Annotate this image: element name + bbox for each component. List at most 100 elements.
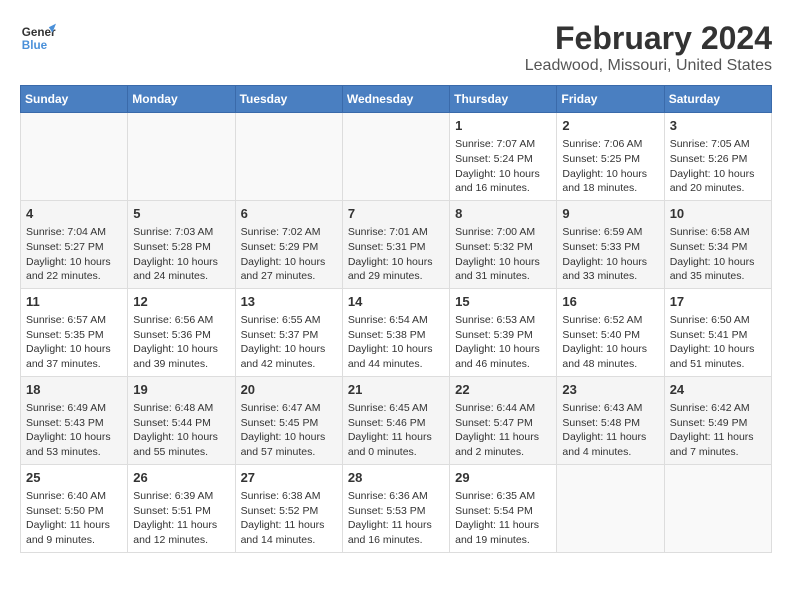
day-info: Sunrise: 7:06 AM <box>562 137 658 152</box>
calendar-cell: 8Sunrise: 7:00 AMSunset: 5:32 PMDaylight… <box>450 200 557 288</box>
day-info: Daylight: 11 hours <box>455 518 551 533</box>
day-info: Sunrise: 6:39 AM <box>133 489 229 504</box>
day-info: Sunrise: 6:59 AM <box>562 225 658 240</box>
title-area: February 2024 Leadwood, Missouri, United… <box>525 20 772 75</box>
day-number: 29 <box>455 469 551 487</box>
day-info: Sunset: 5:32 PM <box>455 240 551 255</box>
day-info: and 14 minutes. <box>241 533 337 548</box>
day-info: and 19 minutes. <box>455 533 551 548</box>
day-number: 18 <box>26 381 122 399</box>
day-number: 23 <box>562 381 658 399</box>
day-info: Sunset: 5:28 PM <box>133 240 229 255</box>
calendar-cell: 7Sunrise: 7:01 AMSunset: 5:31 PMDaylight… <box>342 200 449 288</box>
weekday-header-friday: Friday <box>557 86 664 113</box>
day-info: and 9 minutes. <box>26 533 122 548</box>
day-info: and 48 minutes. <box>562 357 658 372</box>
day-info: Sunset: 5:46 PM <box>348 416 444 431</box>
weekday-header-sunday: Sunday <box>21 86 128 113</box>
calendar-cell: 5Sunrise: 7:03 AMSunset: 5:28 PMDaylight… <box>128 200 235 288</box>
calendar-subtitle: Leadwood, Missouri, United States <box>525 57 772 75</box>
day-info: Sunrise: 7:07 AM <box>455 137 551 152</box>
weekday-header-wednesday: Wednesday <box>342 86 449 113</box>
day-info: Sunrise: 7:00 AM <box>455 225 551 240</box>
day-info: Sunrise: 6:45 AM <box>348 401 444 416</box>
day-info: Sunset: 5:36 PM <box>133 328 229 343</box>
day-info: Sunrise: 6:49 AM <box>26 401 122 416</box>
calendar-table: SundayMondayTuesdayWednesdayThursdayFrid… <box>20 85 772 553</box>
day-info: and 4 minutes. <box>562 445 658 460</box>
day-info: and 7 minutes. <box>670 445 766 460</box>
calendar-cell <box>557 464 664 552</box>
calendar-cell: 17Sunrise: 6:50 AMSunset: 5:41 PMDayligh… <box>664 288 771 376</box>
calendar-cell: 11Sunrise: 6:57 AMSunset: 5:35 PMDayligh… <box>21 288 128 376</box>
day-info: Daylight: 10 hours <box>348 342 444 357</box>
day-number: 17 <box>670 293 766 311</box>
day-info: Sunrise: 7:01 AM <box>348 225 444 240</box>
calendar-cell: 28 Sunrise: 6:36 AMSunset: 5:53 PMDayligh… <box>342 464 449 552</box>
day-info: and 16 minutes. <box>455 181 551 196</box>
weekday-header-thursday: Thursday <box>450 86 557 113</box>
day-info: Sunrise: 7:04 AM <box>26 225 122 240</box>
week-row-1: 1Sunrise: 7:07 AMSunset: 5:24 PMDaylight… <box>21 113 772 201</box>
day-info: Daylight: 11 hours <box>562 430 658 445</box>
day-info: and 24 minutes. <box>133 269 229 284</box>
day-info: Sunset: 5:54 PM <box>455 504 551 519</box>
calendar-cell: 3Sunrise: 7:05 AMSunset: 5:26 PMDaylight… <box>664 113 771 201</box>
day-info: Sunrise: 6:58 AM <box>670 225 766 240</box>
day-info: Daylight: 10 hours <box>562 342 658 357</box>
day-number: 10 <box>670 205 766 223</box>
day-info: Daylight: 10 hours <box>133 430 229 445</box>
day-info: Sunrise: 6:38 AM <box>241 489 337 504</box>
day-number: 25 <box>26 469 122 487</box>
day-info: Sunrise: 6:55 AM <box>241 313 337 328</box>
day-number: 27 <box>241 469 337 487</box>
day-number: 12 <box>133 293 229 311</box>
day-info: and 55 minutes. <box>133 445 229 460</box>
day-info: Sunset: 5:44 PM <box>133 416 229 431</box>
day-info: and 57 minutes. <box>241 445 337 460</box>
day-info: Daylight: 11 hours <box>26 518 122 533</box>
calendar-cell: 21Sunrise: 6:45 AMSunset: 5:46 PMDayligh… <box>342 376 449 464</box>
calendar-cell: 6Sunrise: 7:02 AMSunset: 5:29 PMDaylight… <box>235 200 342 288</box>
day-info: and 2 minutes. <box>455 445 551 460</box>
calendar-cell: 2Sunrise: 7:06 AMSunset: 5:25 PMDaylight… <box>557 113 664 201</box>
day-info: Daylight: 11 hours <box>455 430 551 445</box>
day-info: Sunrise: 6:36 AM <box>348 489 444 504</box>
day-info: Sunset: 5:33 PM <box>562 240 658 255</box>
calendar-cell: 13Sunrise: 6:55 AMSunset: 5:37 PMDayligh… <box>235 288 342 376</box>
day-number: 1 <box>455 117 551 135</box>
day-info: Sunrise: 6:57 AM <box>26 313 122 328</box>
day-info: Sunset: 5:47 PM <box>455 416 551 431</box>
day-info: Daylight: 11 hours <box>348 518 444 533</box>
day-info: Sunrise: 6:44 AM <box>455 401 551 416</box>
day-info: and 20 minutes. <box>670 181 766 196</box>
day-number: 11 <box>26 293 122 311</box>
day-info: Sunrise: 6:54 AM <box>348 313 444 328</box>
day-info: Sunrise: 6:50 AM <box>670 313 766 328</box>
day-number: 19 <box>133 381 229 399</box>
calendar-title: February 2024 <box>525 20 772 57</box>
day-info: Sunset: 5:25 PM <box>562 152 658 167</box>
calendar-cell: 23Sunrise: 6:43 AMSunset: 5:48 PMDayligh… <box>557 376 664 464</box>
day-info: Sunset: 5:35 PM <box>26 328 122 343</box>
week-row-4: 18Sunrise: 6:49 AMSunset: 5:43 PMDayligh… <box>21 376 772 464</box>
day-number: 28 <box>348 469 444 487</box>
logo: General Blue <box>20 20 56 56</box>
day-info: and 18 minutes. <box>562 181 658 196</box>
day-info: Daylight: 11 hours <box>241 518 337 533</box>
day-number: 2 <box>562 117 658 135</box>
day-info: Sunset: 5:24 PM <box>455 152 551 167</box>
day-info: and 53 minutes. <box>26 445 122 460</box>
day-info: Sunset: 5:31 PM <box>348 240 444 255</box>
day-info: Sunset: 5:49 PM <box>670 416 766 431</box>
calendar-cell: 29Sunrise: 6:35 AMSunset: 5:54 PMDayligh… <box>450 464 557 552</box>
week-row-3: 11 Sunrise: 6:57 AMSunset: 5:35 PM Dayligh… <box>21 288 772 376</box>
day-info: Sunset: 5:53 PM <box>348 504 444 519</box>
day-info: Sunset: 5:52 PM <box>241 504 337 519</box>
day-number: 3 <box>670 117 766 135</box>
weekday-header-tuesday: Tuesday <box>235 86 342 113</box>
week-row-2: 4Sunrise: 7:04 AMSunset: 5:27 PMDaylight… <box>21 200 772 288</box>
calendar-cell <box>21 113 128 201</box>
day-info: Daylight: 10 hours <box>670 342 766 357</box>
day-info: Daylight: 10 hours <box>348 255 444 270</box>
